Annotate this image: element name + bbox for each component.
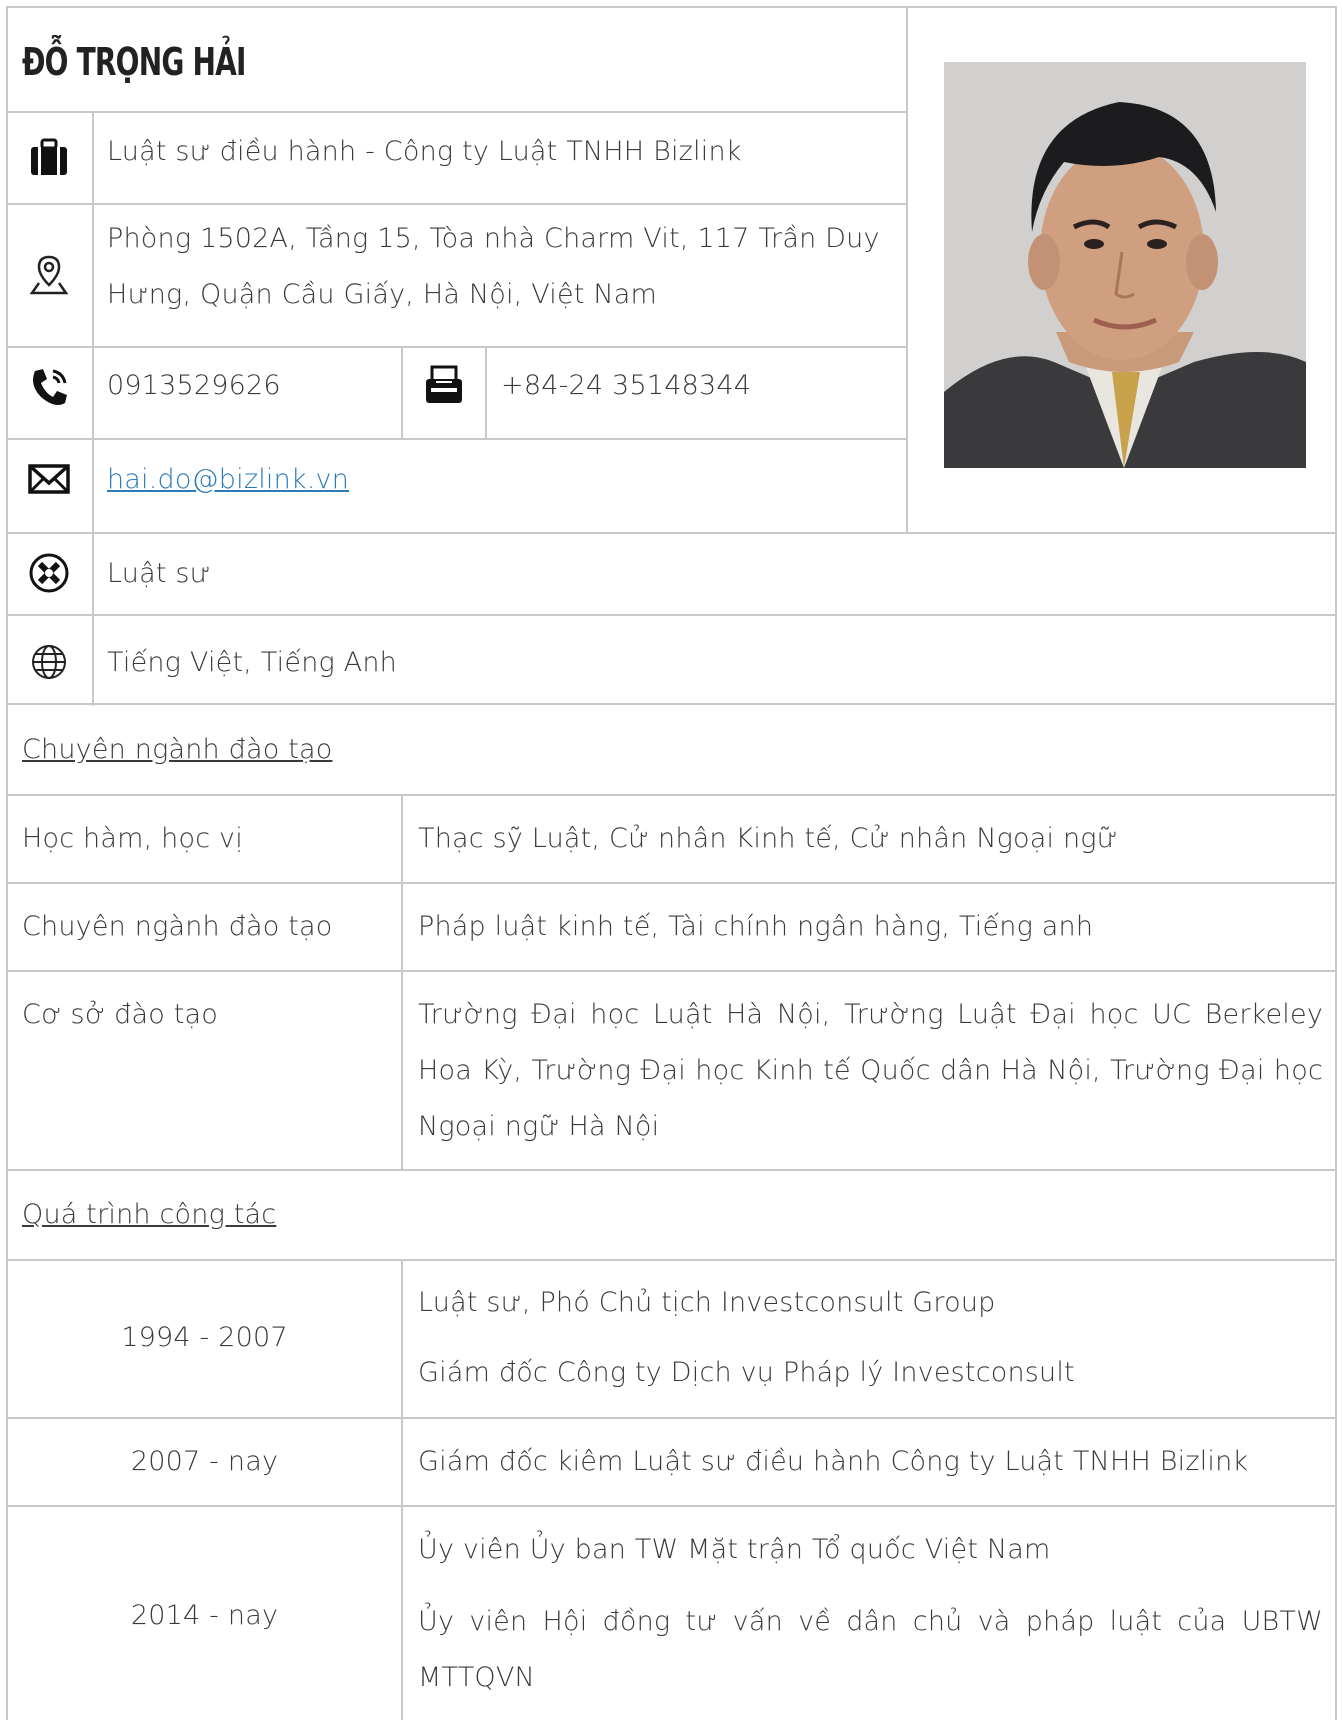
phone-number[interactable]: 0913529626 [107, 366, 281, 406]
education-label: Cơ sở đào tạo [22, 999, 218, 1030]
lawyer-profile-table: ĐỖ TRỌNG HẢI Luật sư điều hành - Công ty… [0, 0, 1343, 1720]
map-pin-icon [29, 255, 69, 295]
career-item: Ủy viên Hội đồng tư vấn về dân chủ và ph… [418, 1606, 1323, 1693]
divider [6, 438, 907, 440]
divider [6, 1169, 1337, 1171]
position-text: Luật sư điều hành - Công ty Luật TNHH Bi… [107, 136, 742, 167]
envelope-icon [28, 464, 70, 494]
divider [401, 346, 403, 439]
education-label: Chuyên ngành đào tạo [22, 911, 333, 942]
career-item: Giám đốc kiêm Luật sư điều hành Công ty … [418, 1446, 1249, 1477]
career-period: 2007 - nay [130, 1446, 279, 1477]
career-item: Giám đốc Công ty Dịch vụ Pháp lý Investc… [418, 1357, 1075, 1388]
address-line1: Phòng 1502A, Tầng 15, Tòa nhà Charm Vit,… [107, 223, 880, 254]
fax-number: +84-24 35148344 [501, 370, 752, 401]
divider [6, 532, 1337, 534]
icon-column-divider [92, 111, 94, 706]
address-line2: Hưng, Quận Cầu Giấy, Hà Nội, Việt Nam [107, 279, 658, 310]
education-heading: Chuyên ngành đào tạo [22, 734, 333, 765]
portrait-photo [944, 62, 1306, 468]
phone-icon [33, 369, 67, 405]
education-value: Pháp luật kinh tế, Tài chính ngân hàng, … [418, 911, 1094, 942]
globe-icon [32, 645, 66, 679]
profile-name: ĐỖ TRỌNG HẢI [22, 40, 246, 84]
career-period: 2014 - nay [130, 1600, 279, 1631]
divider-photo [906, 6, 908, 534]
divider [401, 794, 403, 1171]
education-value: Thạc sỹ Luật, Cử nhân Kinh tế, Cử nhân N… [418, 823, 1118, 854]
title-text: Luật sư [107, 558, 211, 589]
divider [6, 882, 1337, 884]
divider [485, 346, 487, 439]
divider [6, 111, 907, 113]
border-right [1335, 6, 1337, 1720]
divider [6, 703, 1337, 705]
career-item: Luật sư, Phó Chủ tịch Investconsult Grou… [418, 1287, 996, 1318]
divider [6, 346, 907, 348]
career-period: 1994 - 2007 [121, 1322, 288, 1353]
divider [6, 1259, 1337, 1261]
education-label: Học hàm, học vị [22, 823, 243, 854]
education-value: Trường Đại học Luật Hà Nội, Trường Luật … [418, 999, 1323, 1142]
career-item: Ủy viên Ủy ban TW Mặt trận Tổ quốc Việt … [418, 1534, 1051, 1565]
divider [6, 1505, 1337, 1507]
divider [6, 203, 907, 205]
divider [6, 1417, 1337, 1419]
divider [6, 614, 1337, 616]
briefcase-icon [31, 138, 67, 175]
divider [401, 1259, 403, 1720]
divider [6, 794, 1337, 796]
law-badge-icon [29, 553, 69, 593]
career-heading: Quá trình công tác [22, 1199, 277, 1230]
email-link[interactable]: hai.do@bizlink.vn [107, 460, 349, 500]
languages-text: Tiếng Việt, Tiếng Anh [107, 647, 397, 678]
divider [6, 970, 1337, 972]
fax-icon [426, 365, 462, 403]
border-top [6, 6, 1337, 8]
